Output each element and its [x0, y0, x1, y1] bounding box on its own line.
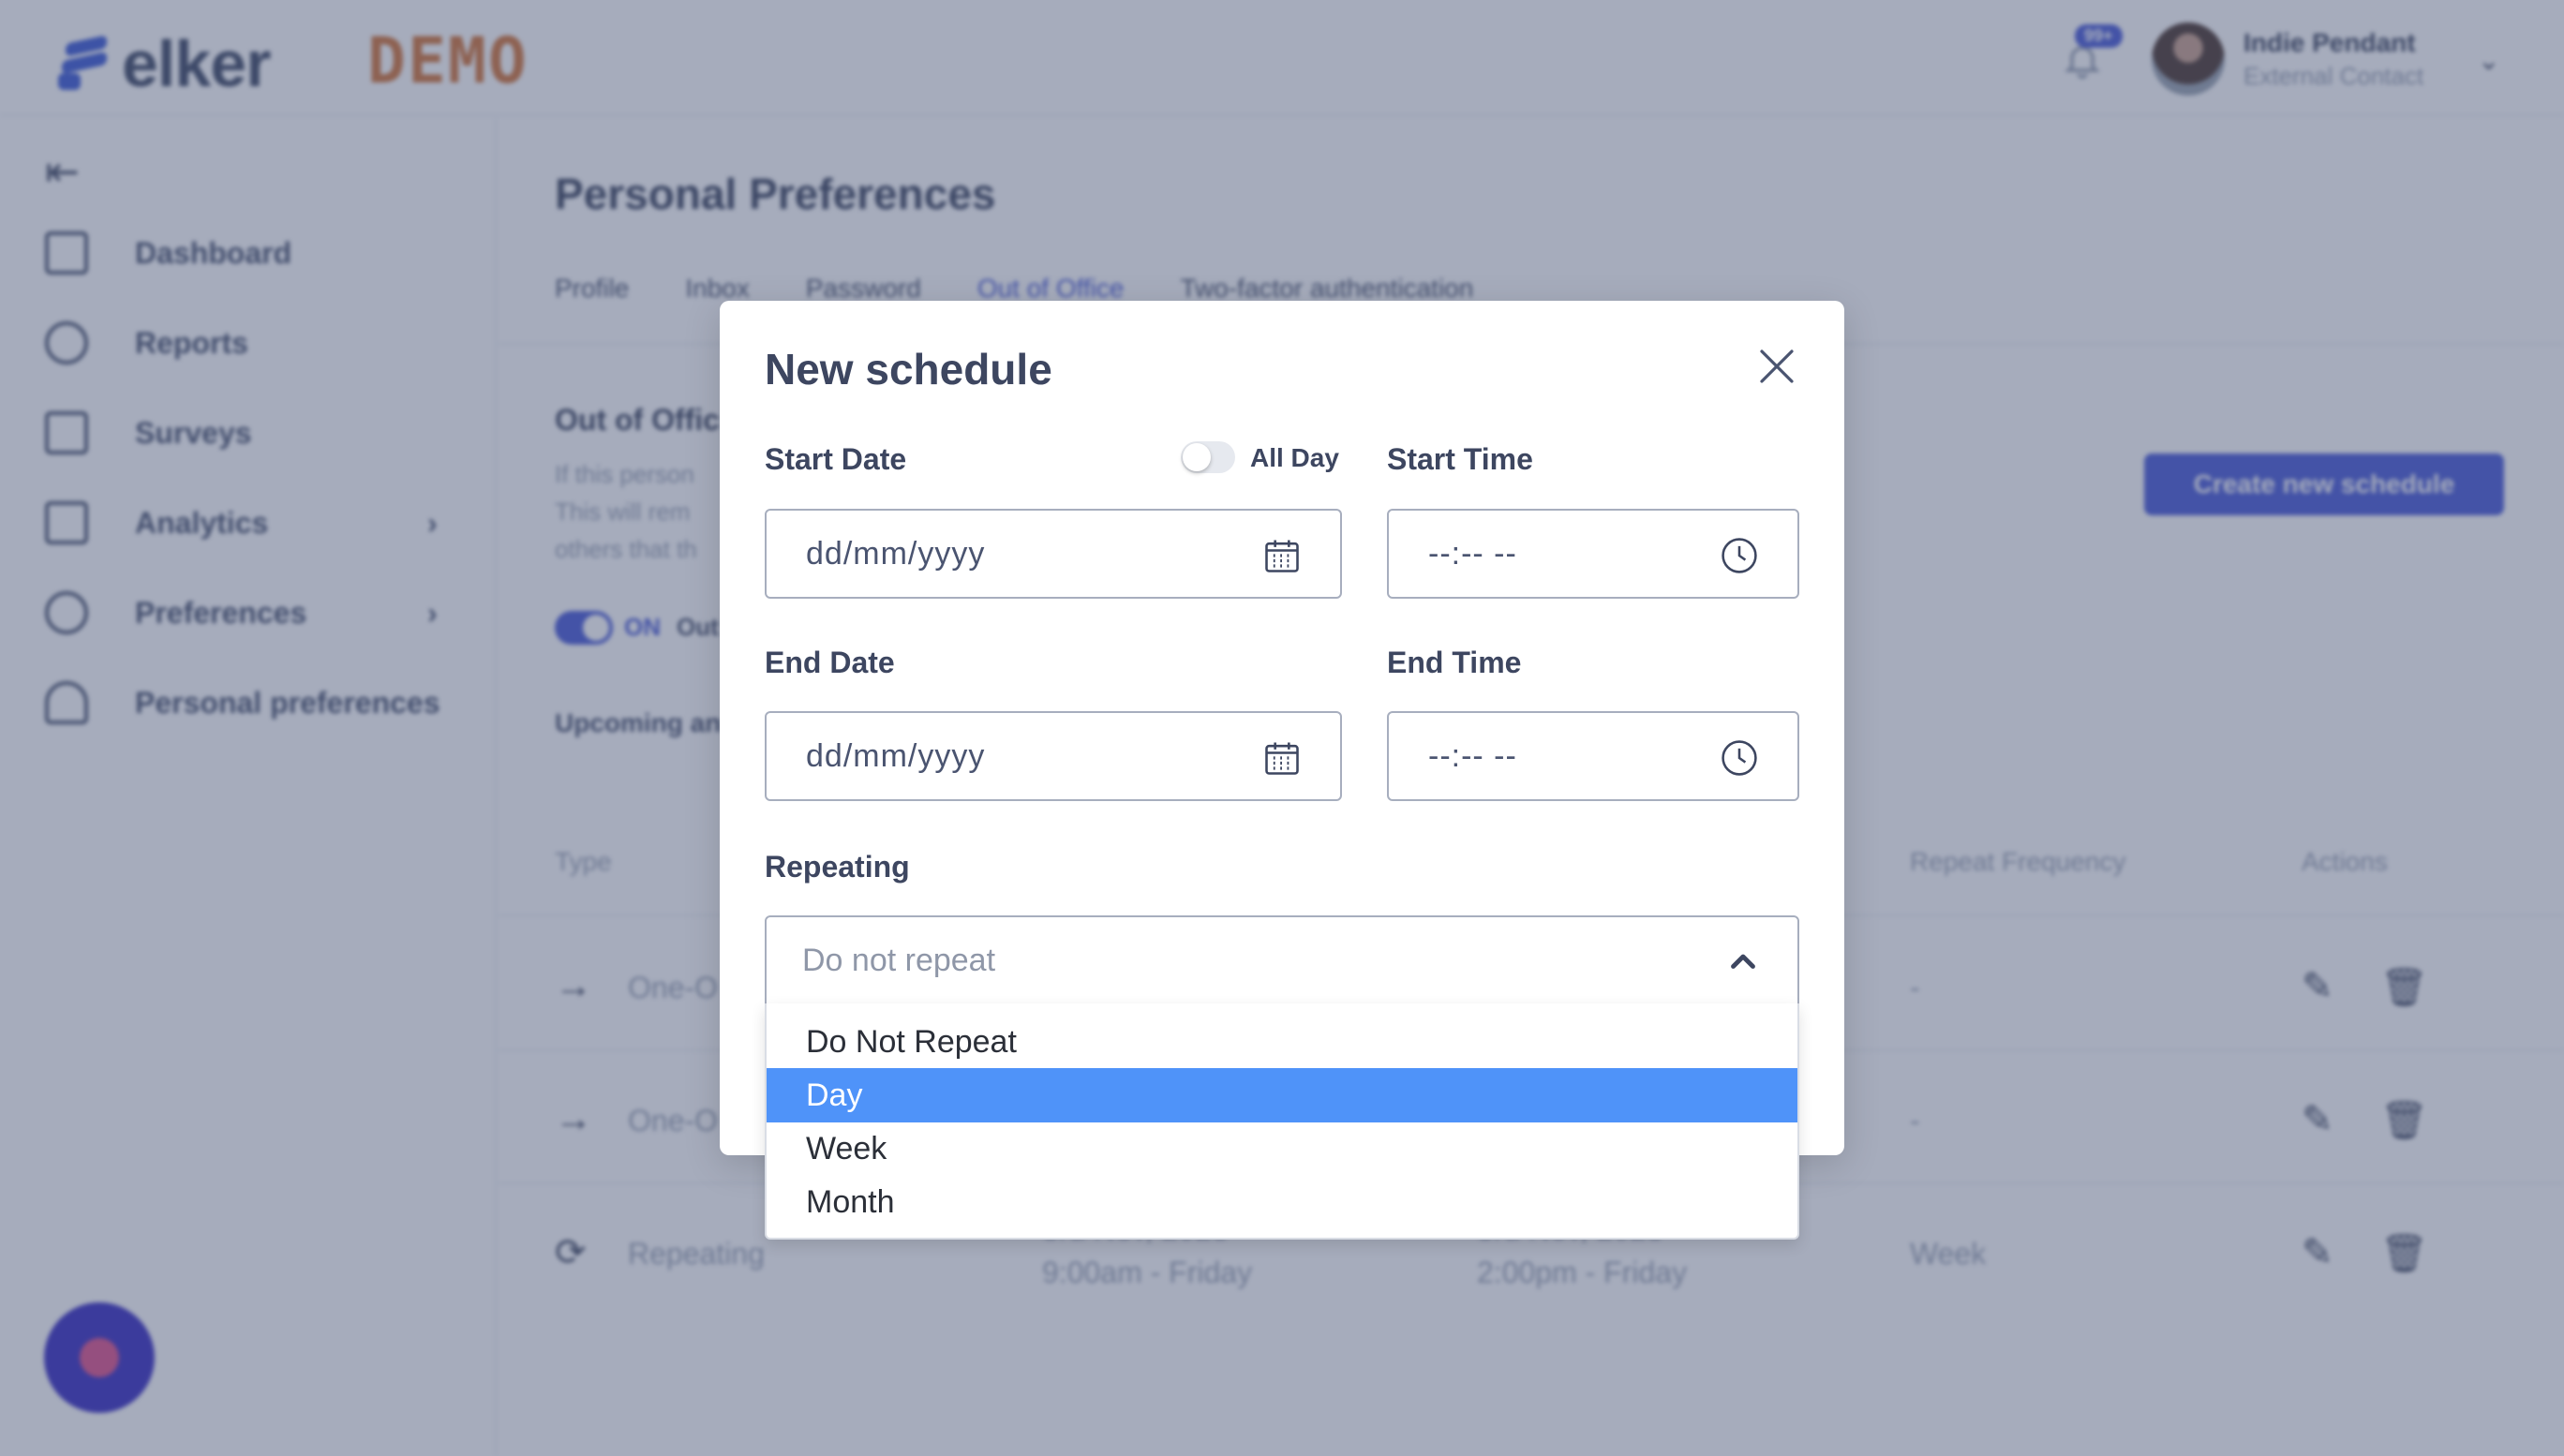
all-day-label: All Day [1250, 443, 1339, 472]
option-week[interactable]: Week [767, 1122, 1797, 1176]
end-time-placeholder: --:-- -- [1428, 737, 1517, 774]
option-do-not-repeat[interactable]: Do Not Repeat [767, 1015, 1797, 1069]
repeating-select-value: Do not repeat [802, 942, 996, 978]
end-date-label: End Date [765, 646, 895, 679]
clock-icon[interactable] [1719, 535, 1760, 576]
repeating-select[interactable]: Do not repeat [765, 915, 1799, 1005]
calendar-icon[interactable] [1261, 535, 1303, 576]
modal-title: New schedule [765, 345, 1052, 394]
end-date-placeholder: dd/mm/yyyy [806, 737, 986, 774]
start-date-placeholder: dd/mm/yyyy [806, 535, 986, 572]
chevron-up-icon [1731, 954, 1755, 969]
end-date-input[interactable]: dd/mm/yyyy [765, 711, 1342, 801]
all-day-toggle[interactable] [1181, 441, 1235, 473]
clock-icon[interactable] [1719, 737, 1760, 779]
option-month[interactable]: Month [767, 1175, 1797, 1229]
close-icon[interactable] [1754, 344, 1799, 389]
start-time-label: Start Time [1387, 442, 1533, 476]
repeating-dropdown-list: Do Not Repeat Day Week Month [765, 1003, 1799, 1240]
calendar-icon[interactable] [1261, 737, 1303, 779]
start-time-placeholder: --:-- -- [1428, 535, 1517, 572]
start-date-label: Start Date [765, 442, 907, 476]
start-time-input[interactable]: --:-- -- [1387, 509, 1799, 599]
end-time-input[interactable]: --:-- -- [1387, 711, 1799, 801]
option-day[interactable]: Day [767, 1068, 1797, 1122]
repeating-label: Repeating [765, 850, 910, 884]
end-time-label: End Time [1387, 646, 1522, 679]
start-date-input[interactable]: dd/mm/yyyy [765, 509, 1342, 599]
